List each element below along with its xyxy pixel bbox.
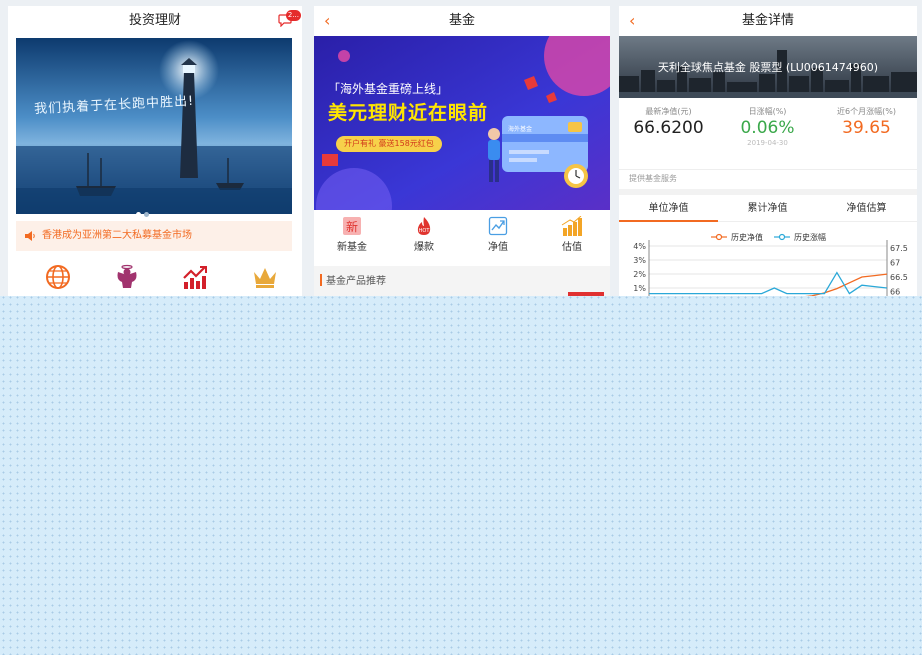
fund-screen: ‹ 基金 「海外基金重磅上线」 美元理财近在眼前 开户有礼 豪送158元红包 海… [314, 6, 610, 296]
nav-item-label: 爆款 [414, 242, 434, 253]
chart-tabs: 单位净值 累计净值 净值估算 [619, 196, 917, 222]
y-left-tick-label: 2% [633, 270, 646, 279]
stat-value: 0.06% [740, 118, 795, 138]
divider [619, 189, 917, 195]
invest-screen: 投资理财 2... 我们执着于在长跑中胜出! 香港成为亚洲第二大私募基金市场 [8, 6, 302, 296]
fund-service-label: 提供基金服务 [619, 169, 917, 189]
fund-stats: 最新净值(元) 66.6200 日涨幅(%) 0.06% 2019-04-30 … [619, 106, 917, 164]
promo-pill[interactable]: 开户有礼 豪送158元红包 [336, 136, 442, 152]
tab-nav-estimate[interactable]: 净值估算 [817, 196, 916, 222]
back-icon[interactable]: ‹ [324, 6, 330, 36]
y-left-tick-label: 4% [633, 242, 646, 251]
legend-marker [778, 233, 786, 241]
banner-title: 美元理财近在眼前 [328, 102, 489, 124]
hot-icon: HOT [417, 217, 431, 235]
nav-item-estimate[interactable]: 估值 [542, 216, 602, 253]
fund-name: 天利全球焦点基金 股票型 (LU0061474960) [657, 61, 879, 74]
page-title: 基金 [448, 13, 475, 28]
carousel-dot[interactable] [144, 212, 149, 217]
page-title: 投资理财 [128, 13, 181, 28]
product-tag [568, 292, 604, 296]
stat-latest-nav: 最新净值(元) 66.6200 [619, 106, 718, 138]
globe-icon[interactable] [45, 264, 71, 290]
stat-label: 最新净值(元) [645, 107, 692, 116]
stat-daily-change: 日涨幅(%) 0.06% 2019-04-30 [718, 106, 817, 147]
y-right-tick-label: 67 [890, 259, 900, 268]
series-line [649, 271, 888, 295]
legend-marker [715, 233, 723, 241]
message-badge: 2... [285, 10, 301, 21]
stat-label: 日涨幅(%) [748, 107, 787, 116]
nav-item-new-fund[interactable]: 新 新基金 [322, 216, 382, 253]
stat-date: 2019-04-30 [747, 139, 788, 147]
quick-icons [16, 264, 292, 294]
notice-text: 香港成为亚洲第二大私募基金市场 [42, 230, 192, 241]
legend-label: 历史净值 [731, 232, 763, 242]
bar-coins-icon [561, 216, 582, 236]
lighthouse-image [16, 38, 292, 214]
nav-item-label: 净值 [488, 242, 508, 253]
speaker-icon [25, 231, 35, 241]
fund-detail-screen: ‹ 基金详情 天利全球焦点基金 股票型 (LU0061474960) 最新净值(… [619, 6, 917, 296]
carousel-dot[interactable] [136, 212, 141, 217]
page-title: 基金详情 [741, 13, 794, 28]
nav-item-label: 估值 [562, 242, 582, 253]
section-title: 基金产品推荐 [326, 276, 386, 287]
nav-item-hot[interactable]: HOT 爆款 [394, 216, 454, 253]
tab-unit-nav[interactable]: 单位净值 [619, 196, 718, 222]
stat-6month-change: 近6个月涨幅(%) 39.65 [817, 106, 916, 138]
banner-carousel[interactable]: 我们执着于在长跑中胜出! [16, 38, 292, 214]
tab-cumulative-nav[interactable]: 累计净值 [718, 196, 817, 222]
promo-banner[interactable]: 「海外基金重磅上线」 美元理财近在眼前 开户有礼 豪送158元红包 海外基金 [314, 36, 610, 210]
back-icon[interactable]: ‹ [629, 6, 635, 36]
trend-chart-icon [488, 216, 508, 236]
carousel-dots [136, 202, 152, 221]
card-label: 海外基金 [508, 126, 533, 133]
y-right-tick-label: 66.5 [890, 273, 908, 282]
hot-icon-text: HOT [419, 228, 431, 234]
header: ‹ 基金 [314, 6, 610, 36]
y-right-tick-label: 66 [890, 288, 900, 297]
legend-label: 历史涨幅 [794, 232, 826, 242]
trend-icon[interactable] [182, 264, 208, 290]
new-icon: 新 [343, 217, 361, 235]
crown-icon[interactable] [251, 264, 279, 290]
nav-item-nav-value[interactable]: 净值 [468, 216, 528, 253]
new-icon-text: 新 [346, 219, 358, 234]
fund-banner: 天利全球焦点基金 股票型 (LU0061474960) [619, 36, 917, 98]
section-accent-bar [320, 274, 322, 286]
y-left-tick-label: 3% [633, 256, 646, 265]
y-left-tick-label: 1% [633, 284, 646, 293]
stat-value: 39.65 [842, 118, 891, 138]
header: ‹ 基金详情 [619, 6, 917, 36]
nav-chart: 历史净值 历史涨幅 4% 3% 2% 1% 67.5 67 66.5 66 [633, 232, 908, 297]
banner-subtitle: 「海外基金重磅上线」 [328, 82, 449, 96]
header: 投资理财 2... [8, 6, 302, 36]
notice-bar[interactable]: 香港成为亚洲第二大私募基金市场 [16, 221, 292, 251]
nav-item-label: 新基金 [337, 242, 367, 253]
fund-nav: 新 新基金 HOT 爆款 净值 估值 [314, 212, 610, 262]
stat-value: 66.6200 [633, 118, 704, 138]
angel-icon[interactable] [114, 264, 140, 290]
section-header: 基金产品推荐 [314, 266, 610, 296]
y-right-tick-label: 67.5 [890, 244, 908, 253]
stat-label: 近6个月涨幅(%) [837, 107, 896, 116]
